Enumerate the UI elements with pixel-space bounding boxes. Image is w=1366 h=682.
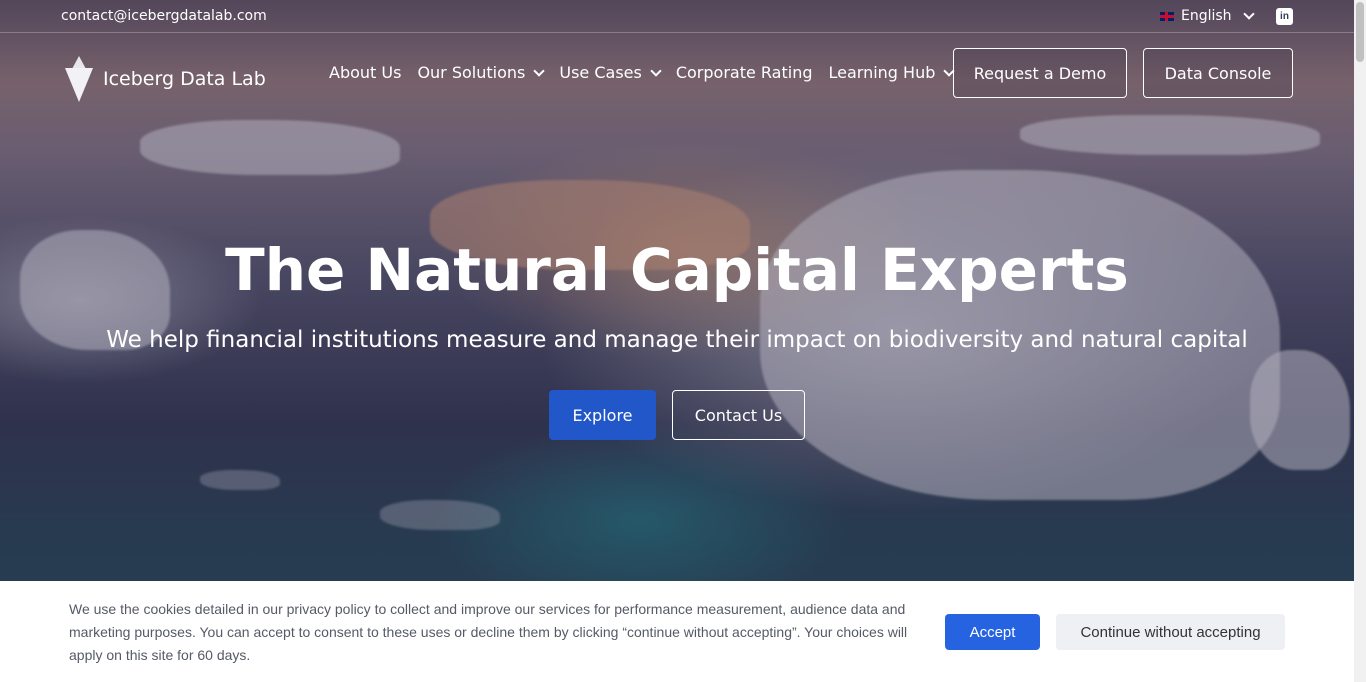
nav-item-about-us[interactable]: About Us — [329, 63, 401, 82]
cookie-text: We use the cookies detailed in our priva… — [69, 601, 908, 663]
site-logo[interactable]: Iceberg Data Lab — [63, 54, 266, 104]
chevron-down-icon — [533, 64, 546, 77]
contact-email-link[interactable]: contact@icebergdatalab.com — [61, 8, 267, 24]
iceberg-logo-icon — [63, 54, 95, 104]
linkedin-icon[interactable]: in — [1276, 8, 1293, 25]
explore-button[interactable]: Explore — [549, 390, 656, 440]
uk-flag-icon — [1160, 11, 1174, 21]
hero-subline: We help financial institutions measure a… — [106, 327, 1248, 353]
cookie-banner: We use the cookies detailed in our priva… — [0, 581, 1354, 682]
chevron-down-icon — [650, 64, 662, 77]
scrollbar-thumb[interactable] — [1356, 2, 1364, 62]
main-nav: About Us Our Solutions Use Cases Corpora… — [329, 63, 956, 82]
nav-item-use-cases[interactable]: Use Cases — [559, 63, 662, 82]
top-bar: contact@icebergdatalab.com English in — [0, 0, 1354, 33]
chevron-down-icon — [1242, 8, 1255, 20]
scrollbar[interactable] — [1354, 0, 1366, 682]
continue-without-accepting-button[interactable]: Continue without accepting — [1056, 614, 1285, 650]
language-selector[interactable]: English — [1160, 8, 1255, 24]
contact-us-button[interactable]: Contact Us — [672, 390, 805, 440]
language-label: English — [1181, 8, 1232, 24]
data-console-button[interactable]: Data Console — [1143, 48, 1293, 98]
accept-cookies-button[interactable]: Accept — [945, 614, 1040, 650]
nav-item-our-solutions[interactable]: Our Solutions — [417, 63, 546, 82]
hero-headline: The Natural Capital Experts — [225, 236, 1129, 304]
nav-item-corporate-rating[interactable]: Corporate Rating — [676, 63, 813, 82]
nav-item-learning-hub[interactable]: Learning Hub — [828, 63, 956, 82]
request-demo-button[interactable]: Request a Demo — [953, 48, 1127, 98]
logo-text: Iceberg Data Lab — [103, 68, 266, 90]
